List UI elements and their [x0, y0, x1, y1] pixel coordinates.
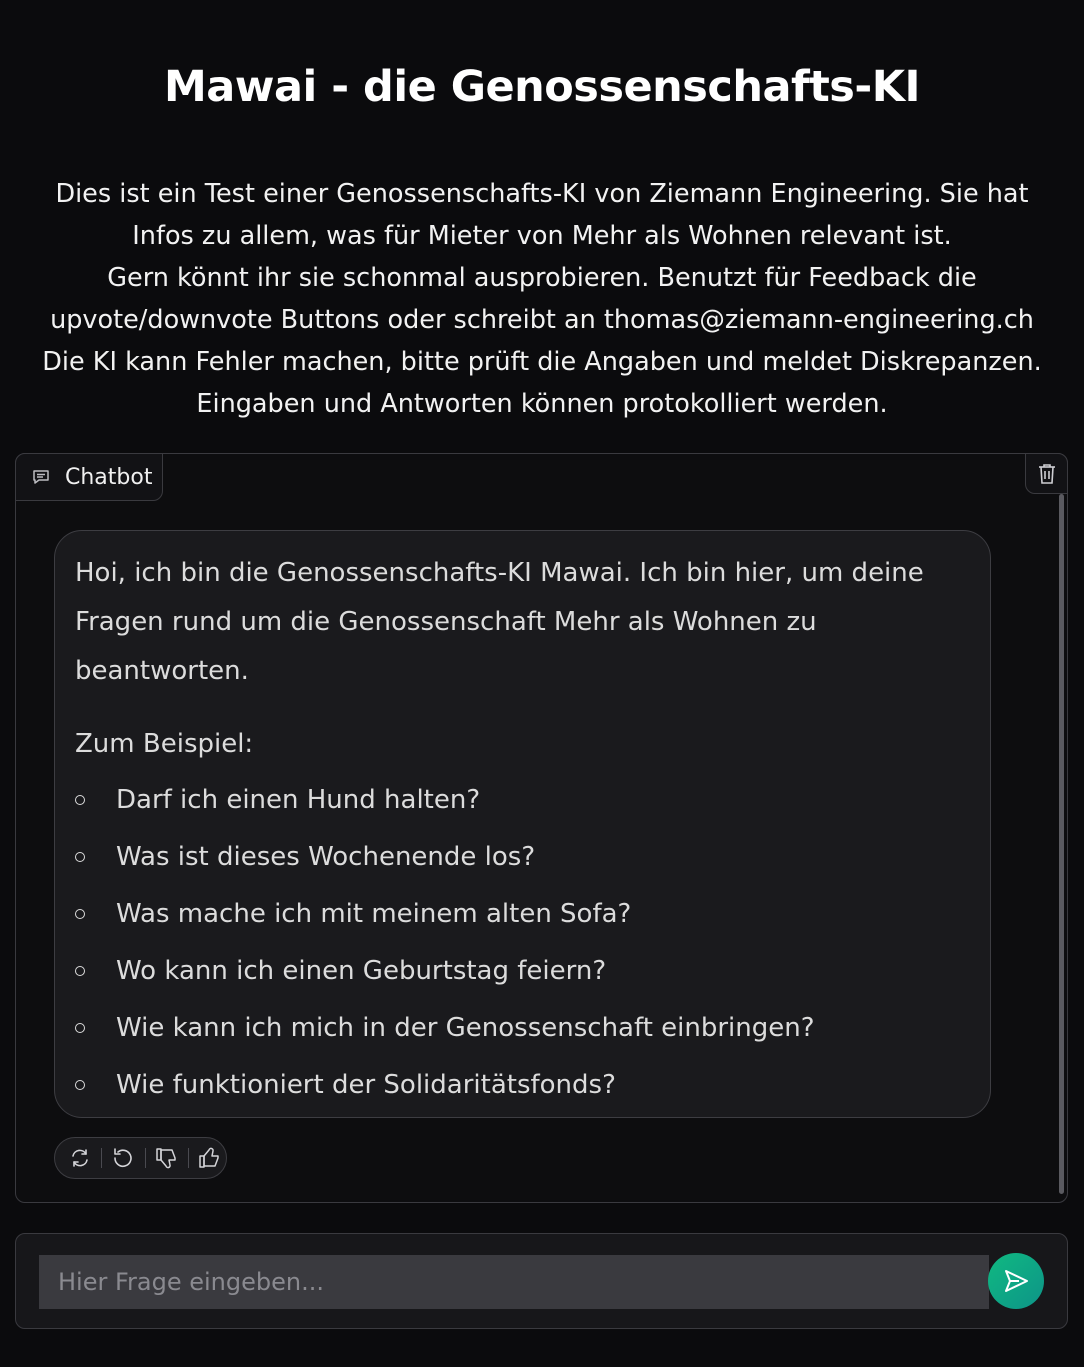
intro-line: upvote/downvote Buttons oder schreibt an…: [50, 305, 1034, 335]
send-button[interactable]: [988, 1253, 1044, 1309]
bullet-icon: [75, 795, 85, 805]
intro-text: Dies ist ein Test einer Genossenschafts-…: [0, 173, 1084, 425]
examples-list: Darf ich einen Hund halten? Was ist dies…: [75, 780, 970, 1122]
examples-heading: Zum Beispiel:: [75, 729, 254, 759]
question-input[interactable]: [39, 1255, 989, 1309]
list-item: Wo kann ich einen Geburtstag feiern?: [75, 951, 970, 1008]
divider: [144, 1148, 146, 1168]
intro-line: Eingaben und Antworten können protokolli…: [196, 389, 888, 419]
undo-button[interactable]: [107, 1143, 139, 1173]
page: Mawai - die Genossenschafts-KI Dies ist …: [0, 0, 1084, 1367]
bullet-icon: [75, 1023, 85, 1033]
chatbot-label: Chatbot: [15, 453, 163, 501]
retry-icon: [69, 1147, 91, 1169]
list-item: Was mache ich mit meinem alten Sofa?: [75, 894, 970, 951]
list-item: Was ist dieses Wochenende los?: [75, 837, 970, 894]
list-item: Darf ich einen Hund halten?: [75, 780, 970, 837]
thumbs-down-icon: [155, 1146, 179, 1170]
chatbot-panel: Chatbot Hoi, ich bin die Genossenschafts…: [15, 453, 1068, 1203]
bullet-icon: [75, 909, 85, 919]
undo-icon: [111, 1146, 135, 1170]
thumbs-down-button[interactable]: [150, 1143, 182, 1173]
intro-line: Die KI kann Fehler machen, bitte prüft d…: [42, 347, 1042, 377]
list-item: Wie kann ich mich in der Genossenschaft …: [75, 1008, 970, 1065]
chat-icon: [31, 467, 51, 487]
divider: [101, 1148, 103, 1168]
bullet-icon: [75, 1080, 85, 1090]
bullet-icon: [75, 852, 85, 862]
bot-greeting: Hoi, ich bin die Genossenschafts-KI Mawa…: [75, 558, 924, 686]
message-actions: [54, 1137, 227, 1179]
divider: [187, 1148, 189, 1168]
intro-line: Dies ist ein Test einer Genossenschafts-…: [55, 179, 1029, 209]
clear-chat-button[interactable]: [1025, 453, 1068, 494]
list-item: Wie funktioniert der Solidaritätsfonds?: [75, 1065, 970, 1122]
trash-icon: [1036, 462, 1058, 486]
bullet-icon: [75, 966, 85, 976]
thumbs-up-icon: [198, 1146, 222, 1170]
send-icon: [1002, 1267, 1030, 1295]
retry-button[interactable]: [64, 1143, 96, 1173]
chatbot-label-text: Chatbot: [65, 464, 153, 490]
intro-line: Gern könnt ihr sie schonmal ausprobieren…: [107, 263, 977, 293]
intro-line: Infos zu allem, was für Mieter von Mehr …: [132, 221, 952, 251]
page-title: Mawai - die Genossenschafts-KI: [163, 62, 921, 112]
chat-scrollbar[interactable]: [1059, 494, 1064, 1194]
bot-message: Hoi, ich bin die Genossenschafts-KI Mawa…: [54, 530, 991, 1118]
thumbs-up-button[interactable]: [194, 1143, 226, 1173]
input-area: [15, 1233, 1068, 1329]
